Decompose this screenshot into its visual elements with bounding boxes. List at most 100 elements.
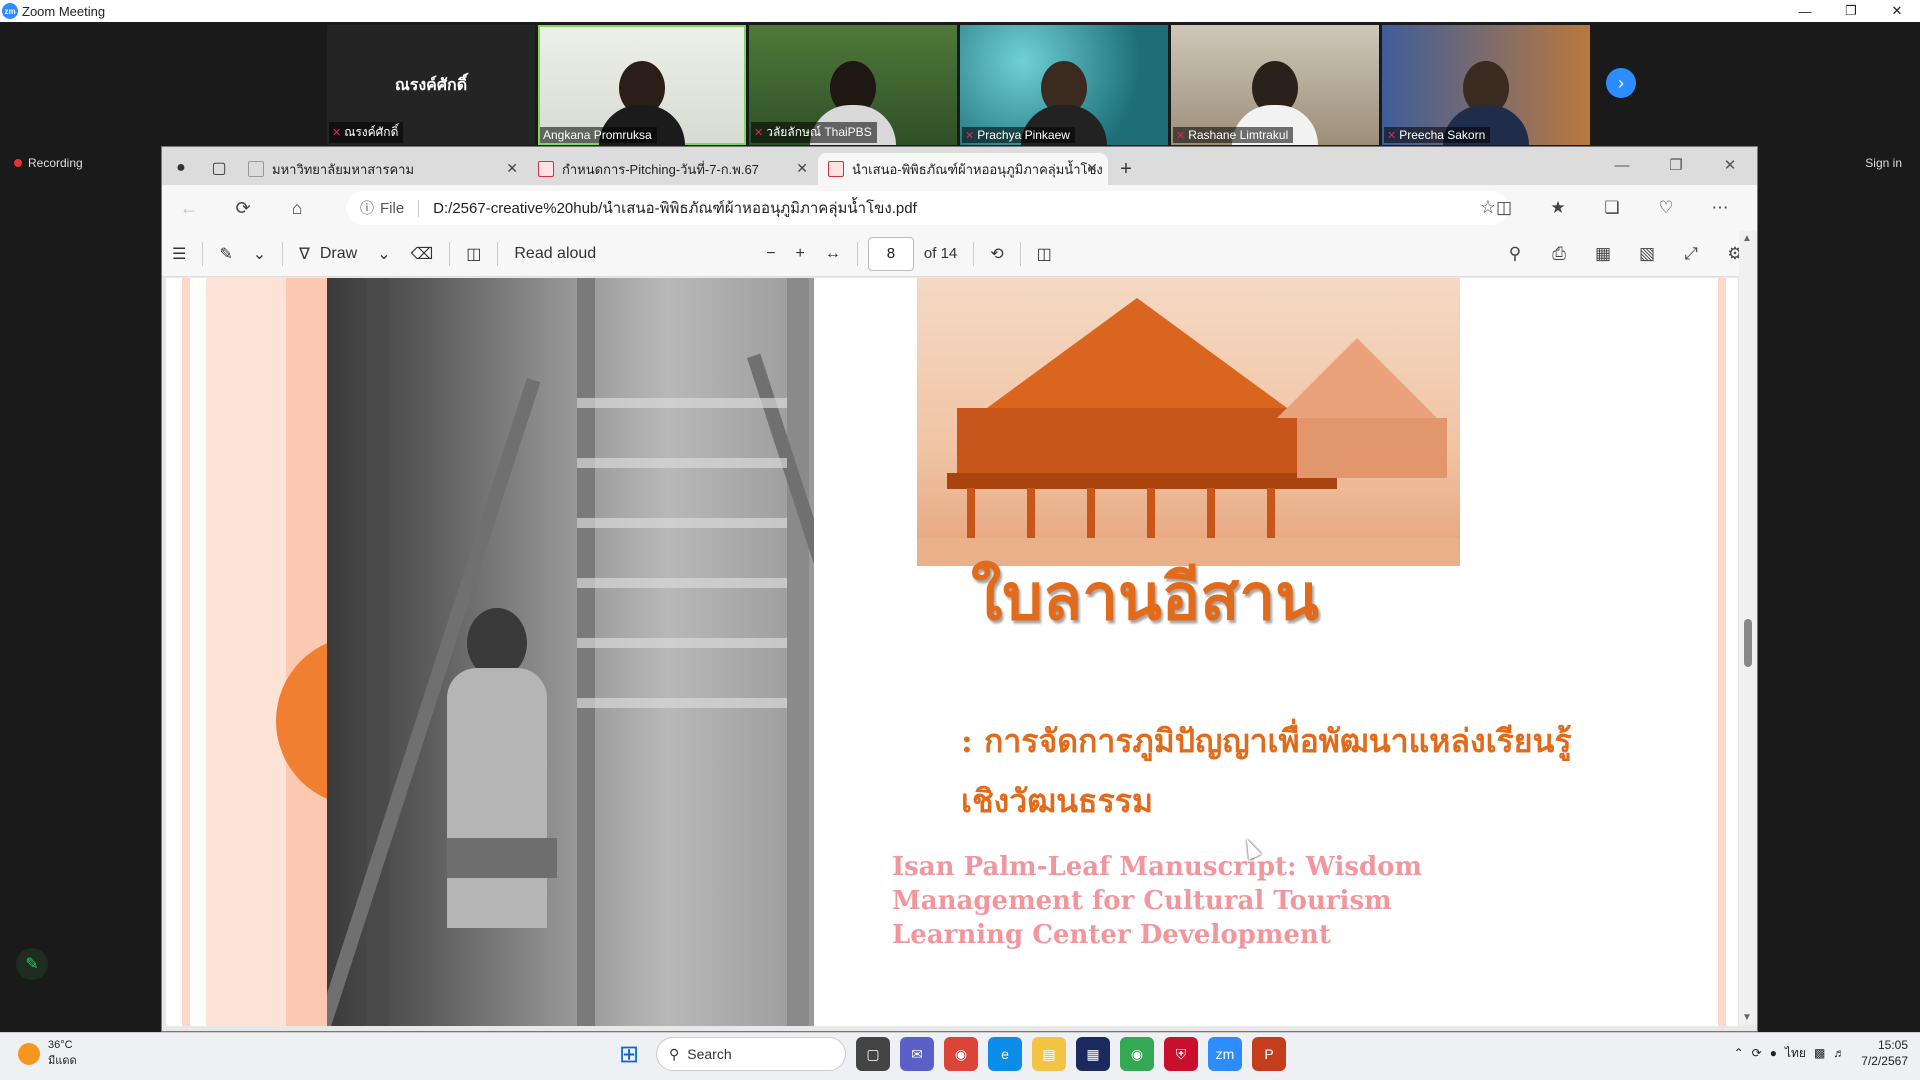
store-icon[interactable]: ▦ xyxy=(1076,1037,1110,1071)
taskbar-clock[interactable]: 15:05 7/2/2567 xyxy=(1861,1037,1908,1069)
save-icon[interactable]: ▦ xyxy=(1581,234,1625,274)
read-aloud-button[interactable]: Read aloud xyxy=(504,234,606,274)
language-indicator[interactable]: ไทย xyxy=(1785,1044,1806,1063)
tab-actions-icon[interactable]: ▢ xyxy=(200,151,238,185)
close-tab-icon[interactable]: ✕ xyxy=(506,160,518,177)
zoom-app-icon[interactable]: zm xyxy=(1208,1037,1242,1071)
eraser-icon[interactable]: ⌫ xyxy=(401,234,444,274)
sun-icon xyxy=(18,1043,40,1065)
collections-icon[interactable]: ❏ xyxy=(1585,188,1639,228)
close-icon[interactable]: ✕ xyxy=(1703,147,1757,183)
page-number-input[interactable]: 8 xyxy=(867,236,914,271)
gallery-next-page-button[interactable]: › xyxy=(1606,68,1636,98)
pdf-toolbar-right: ⚲ ⎙ ▦ ▧ ⤢ ⚙ xyxy=(1493,234,1757,274)
scroll-down-icon[interactable]: ▼ xyxy=(1742,1012,1752,1023)
weather-widget[interactable]: 36°C มีแดด xyxy=(18,1039,77,1069)
split-screen-icon[interactable]: ◫ xyxy=(1477,188,1531,228)
close-tab-icon[interactable]: ✕ xyxy=(796,160,808,177)
refresh-icon[interactable]: ⟳ xyxy=(216,188,270,228)
highlight-icon[interactable]: ✎ xyxy=(209,234,242,274)
search-icon[interactable]: ⚲ xyxy=(1493,234,1537,274)
tab-label: มหาวิทยาลัยมหาสารคาม xyxy=(272,161,415,177)
pdf-icon xyxy=(538,161,554,177)
scrollbar-thumb[interactable] xyxy=(1744,619,1752,667)
chevron-right-icon: › xyxy=(1618,72,1624,93)
participant-tile[interactable]: ✕ Rashane Limtrakul xyxy=(1171,25,1379,145)
text-box-icon[interactable]: ◫ xyxy=(456,234,491,274)
pdf-viewport[interactable]: ใบลานอีสาน : การจัดการภูมิปัญญาเพื่อพัฒน… xyxy=(166,278,1738,1026)
back-arrow-icon[interactable]: ← xyxy=(162,188,216,228)
taskbar-search-box[interactable]: ⚲ Search xyxy=(656,1037,846,1071)
windows-start-icon[interactable]: ⊞ xyxy=(612,1037,646,1071)
url-text: D:/2567-creative%20hub/นำเสนอ-พิพิธภัณฑ์… xyxy=(433,200,917,217)
favorites-icon[interactable]: ★ xyxy=(1531,188,1585,228)
edge-icon[interactable]: e xyxy=(988,1037,1022,1071)
info-icon[interactable]: ⓘ xyxy=(360,198,374,218)
browser-window-controls: — ❐ ✕ xyxy=(1595,147,1757,183)
browser-tab-active[interactable]: นำเสนอ-พิพิธภัณฑ์ผ้าหออนุภูมิภาคลุ่มน้ำโ… xyxy=(818,153,1108,185)
address-input[interactable]: ⓘ File D:/2567-creative%20hub/นำเสนอ-พิพ… xyxy=(346,191,1508,225)
page-total-label: of 14 xyxy=(923,245,958,262)
network-icon[interactable]: ▩ xyxy=(1814,1046,1825,1060)
muted-mic-icon: ✕ xyxy=(1387,129,1397,142)
muted-mic-icon: ✕ xyxy=(965,129,975,142)
volume-icon[interactable]: ♬ xyxy=(1833,1046,1845,1060)
muted-mic-icon: ✕ xyxy=(332,127,342,139)
slide-thai-subtitle: เชิงวัฒนธรรม xyxy=(961,782,1154,820)
scroll-up-icon[interactable]: ▲ xyxy=(1742,233,1752,244)
divider xyxy=(449,241,451,266)
chevron-down-icon[interactable]: ⌄ xyxy=(367,234,400,274)
microphone-icon[interactable]: ● xyxy=(1770,1046,1777,1060)
save-as-icon[interactable]: ▧ xyxy=(1625,234,1669,274)
home-icon[interactable]: ⌂ xyxy=(270,188,324,228)
chrome-icon[interactable]: ◉ xyxy=(944,1037,978,1071)
more-options-icon[interactable]: ⋯ xyxy=(1693,188,1747,228)
browser-tab[interactable]: มหาวิทยาลัยมหาสารคาม ✕ xyxy=(238,153,528,185)
fit-width-icon[interactable]: ↔ xyxy=(815,234,851,274)
browser-essentials-icon[interactable]: ♡ xyxy=(1639,188,1693,228)
zoom-window-controls: — ❐ ✕ xyxy=(1782,0,1920,22)
zoom-window-title: Zoom Meeting xyxy=(22,3,106,19)
chrome-profile-icon[interactable]: ◉ xyxy=(1120,1037,1154,1071)
contents-list-icon[interactable]: ☰ xyxy=(162,234,196,274)
sign-in-button[interactable]: Sign in xyxy=(1865,156,1902,170)
participant-tile[interactable]: ✕ วลัยลักษณ์ ThaiPBS xyxy=(749,25,957,145)
close-icon[interactable]: ✕ xyxy=(1874,0,1920,22)
fullscreen-icon[interactable]: ⤢ xyxy=(1669,234,1713,274)
print-icon[interactable]: ⎙ xyxy=(1537,234,1581,274)
draw-button[interactable]: ∇ Draw xyxy=(289,234,367,274)
page-view-icon[interactable]: ◫ xyxy=(1027,234,1062,274)
task-view-icon[interactable]: ▢ xyxy=(856,1037,890,1071)
clock-time: 15:05 xyxy=(1877,1038,1908,1052)
rotate-icon[interactable]: ⟲ xyxy=(980,234,1013,274)
minimize-icon[interactable]: — xyxy=(1595,147,1649,183)
zoom-out-icon[interactable]: − xyxy=(756,234,785,274)
new-tab-icon[interactable]: + xyxy=(1108,153,1144,185)
participant-tile[interactable]: ✕ Preecha Sakorn xyxy=(1382,25,1590,145)
divider xyxy=(1019,241,1021,266)
chevron-up-icon[interactable]: ⌃ xyxy=(1734,1046,1744,1060)
chevron-down-icon[interactable]: ⌄ xyxy=(243,234,276,274)
zoom-in-icon[interactable]: + xyxy=(786,234,815,274)
participant-tile[interactable]: ณรงค์ศักดิ์ ✕ ณรงค์ศักดิ์ xyxy=(327,25,535,145)
browser-tab[interactable]: กำหนดการ-Pitching-วันที่-7-ก.พ.67 ✕ xyxy=(528,153,818,185)
restore-icon[interactable]: ❐ xyxy=(1649,147,1703,183)
participant-tile[interactable]: Angkana Promruksa xyxy=(538,25,746,145)
annotate-pen-icon[interactable]: ✎ xyxy=(16,948,48,980)
vertical-scrollbar[interactable]: ▲ ▼ xyxy=(1739,231,1757,1025)
mcafee-shield-icon[interactable]: ⛨ xyxy=(1164,1037,1198,1071)
manuscript-cabinet-photo xyxy=(327,278,814,1026)
page-icon xyxy=(248,161,264,177)
profile-avatar-icon[interactable]: ● xyxy=(162,151,200,185)
recording-indicator[interactable]: Recording xyxy=(14,156,83,170)
file-explorer-icon[interactable]: ▤ xyxy=(1032,1037,1066,1071)
participant-tile[interactable]: ✕ Prachya Pinkaew xyxy=(960,25,1168,145)
minimize-icon[interactable]: — xyxy=(1782,0,1828,22)
powerpoint-icon[interactable]: P xyxy=(1252,1037,1286,1071)
participant-name-label: ✕ Rashane Limtrakul xyxy=(1173,127,1294,143)
teams-chat-icon[interactable]: ✉ xyxy=(900,1037,934,1071)
weather-desc: มีแดด xyxy=(48,1055,77,1067)
restore-icon[interactable]: ❐ xyxy=(1828,0,1874,22)
close-tab-icon[interactable]: ✕ xyxy=(1086,160,1098,177)
sync-icon[interactable]: ⟳ xyxy=(1752,1046,1762,1060)
